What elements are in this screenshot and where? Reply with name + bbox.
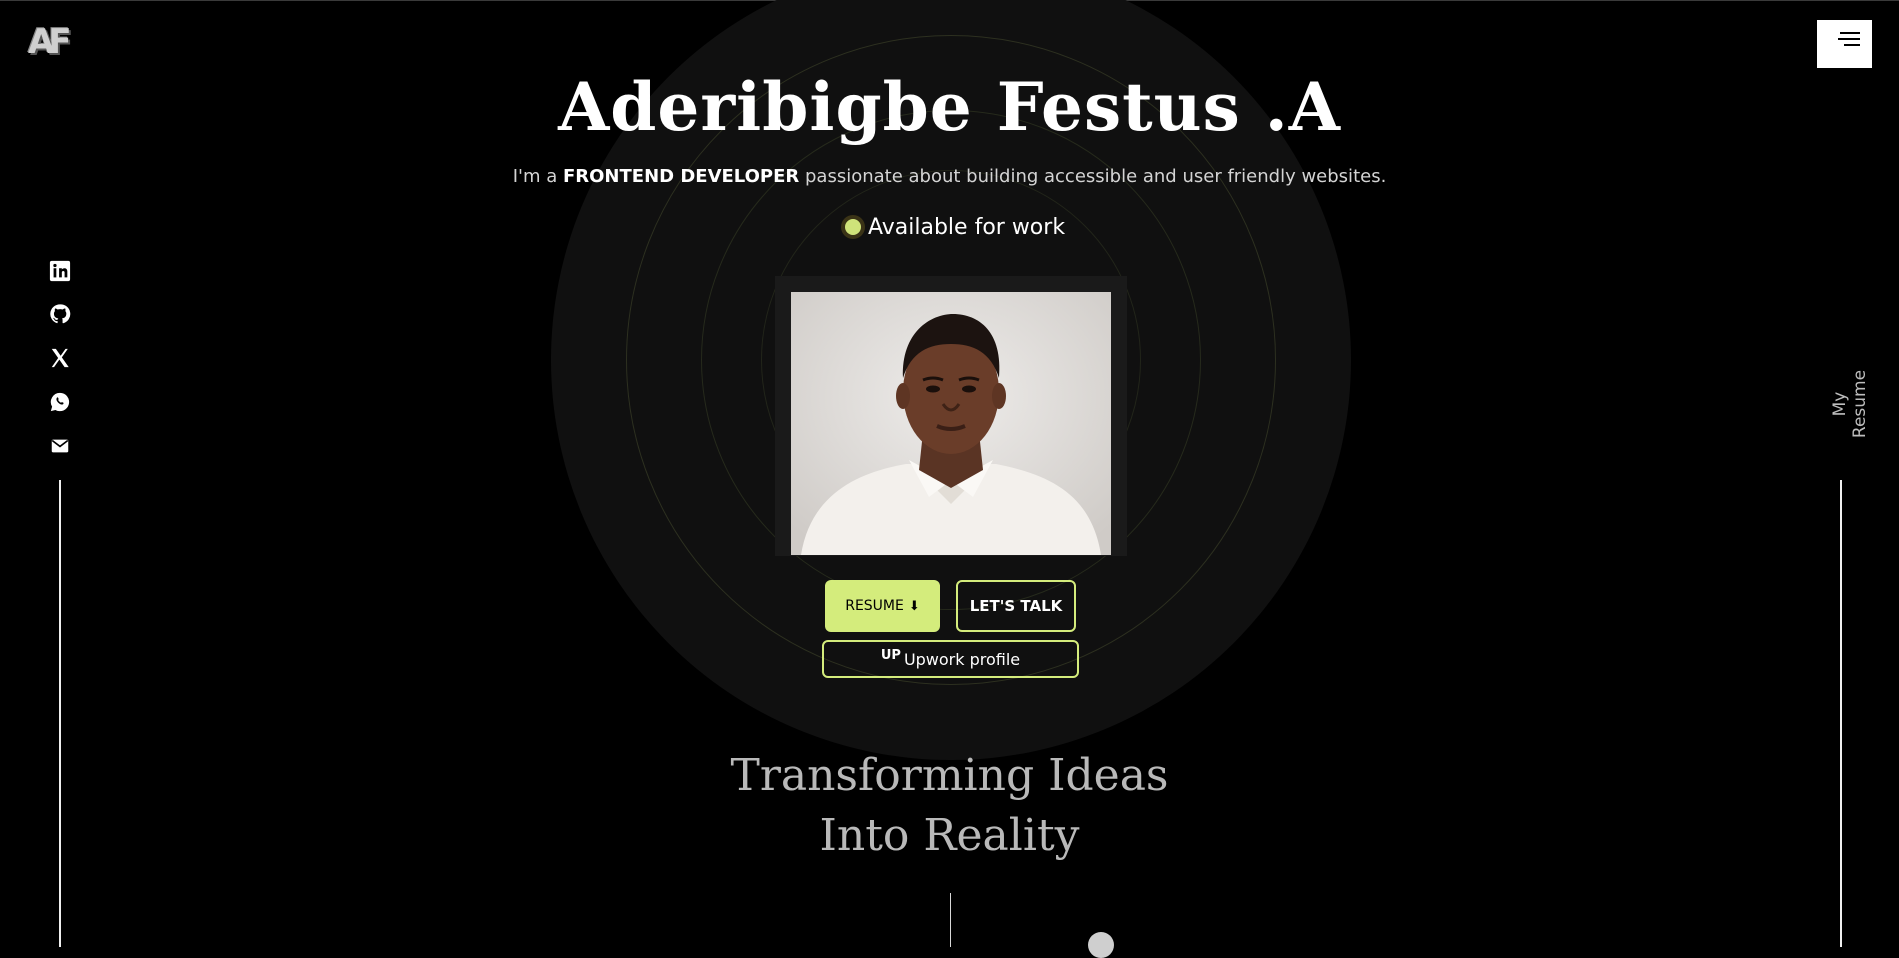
side-resume-link[interactable]: My Resume xyxy=(1830,365,1870,443)
lets-talk-label: LET'S TALK xyxy=(969,597,1063,615)
availability-status: Available for work xyxy=(845,213,1065,241)
tagline-suffix: passionate about building accessible and… xyxy=(799,166,1387,187)
menu-button[interactable] xyxy=(1817,20,1872,68)
tagline-prefix: I'm a xyxy=(512,166,563,187)
hero-subheading: Transforming Ideas Into Reality xyxy=(0,746,1899,866)
page-title: Aderibigbe Festus .A xyxy=(558,68,1341,146)
email-link[interactable] xyxy=(48,434,72,458)
profile-photo xyxy=(791,292,1111,555)
portrait-illustration xyxy=(791,292,1111,555)
github-icon xyxy=(50,304,71,324)
download-icon: ⬇ xyxy=(908,598,920,614)
hamburger-line xyxy=(1844,44,1860,46)
x-twitter-icon xyxy=(51,348,69,368)
subheading-line-1: Transforming Ideas xyxy=(730,750,1169,801)
hero-tagline: I'm a FRONTEND DEVELOPER passionate abou… xyxy=(0,166,1899,187)
hamburger-menu-icon xyxy=(1840,32,1860,34)
x-twitter-link[interactable] xyxy=(48,346,72,370)
email-icon xyxy=(51,439,69,453)
availability-label: Available for work xyxy=(868,214,1066,240)
resume-download-button[interactable]: RESUME ⬇ xyxy=(825,580,940,632)
upwork-button-label: Upwork profile xyxy=(903,649,1021,669)
whatsapp-icon xyxy=(50,392,70,412)
whatsapp-link[interactable] xyxy=(48,390,72,414)
left-divider-line xyxy=(59,480,61,947)
right-divider-line xyxy=(1840,480,1842,947)
hamburger-line xyxy=(1838,38,1860,40)
linkedin-icon xyxy=(49,260,71,282)
center-scroll-line xyxy=(950,893,951,947)
linkedin-link[interactable] xyxy=(48,259,72,283)
subheading-line-2: Into Reality xyxy=(819,810,1080,861)
tagline-role: FRONTEND DEVELOPER xyxy=(562,166,800,187)
lets-talk-button[interactable]: LET'S TALK xyxy=(956,580,1076,632)
resume-button-label: RESUME xyxy=(845,598,904,614)
status-dot-icon xyxy=(845,219,861,235)
logo-text: AF xyxy=(28,22,72,62)
site-logo[interactable]: AF xyxy=(28,20,88,64)
upwork-profile-button[interactable]: UP Upwork profile xyxy=(822,640,1079,678)
scroll-indicator xyxy=(1088,932,1114,958)
upwork-icon: UP xyxy=(880,647,901,663)
github-link[interactable] xyxy=(48,302,72,326)
